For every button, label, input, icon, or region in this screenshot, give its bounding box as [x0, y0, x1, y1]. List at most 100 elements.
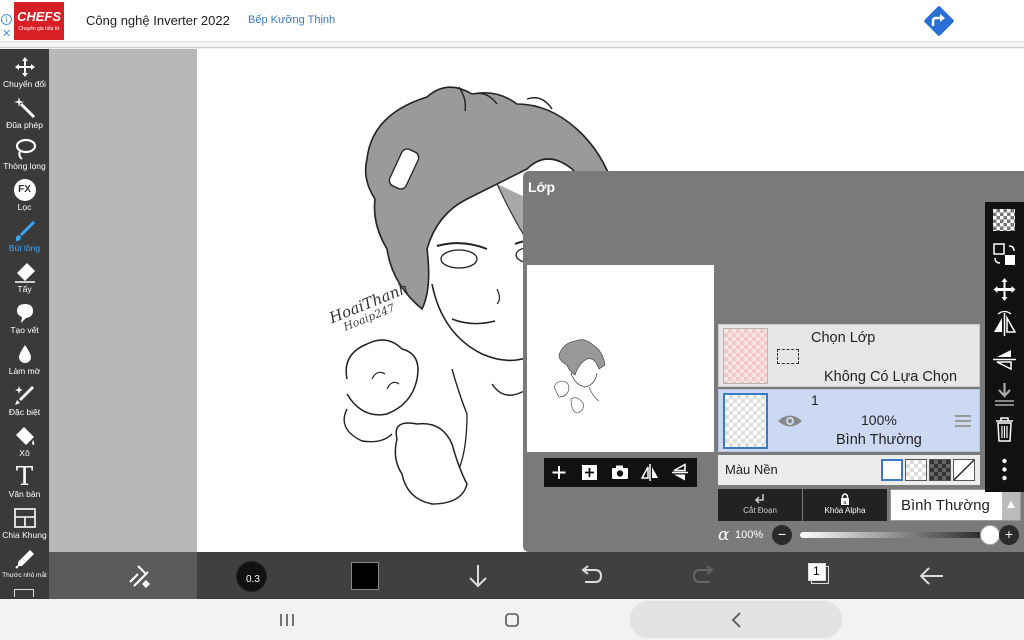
tool-label: Chia Khung [2, 530, 47, 540]
quick-menu-icon[interactable] [116, 552, 162, 599]
layer1-thumbnail [723, 393, 768, 449]
lasso-icon [15, 138, 36, 160]
ad-directions-icon[interactable] [923, 5, 955, 37]
clipping-button[interactable]: Cắt Đoạn [718, 489, 802, 521]
tool-label: Chuyển đổi [2, 79, 46, 89]
tool-eraser[interactable]: Tẩy [0, 260, 49, 300]
tool-label: Văn bản [8, 489, 41, 499]
alpha-lock-label: Khóa Alpha [824, 506, 866, 515]
recent-apps-icon[interactable] [274, 609, 300, 631]
eyedropper-icon [14, 550, 34, 569]
blend-mode-select[interactable]: Bình Thường [890, 489, 1021, 521]
tool-eyedropper[interactable]: Thước nhỏ mắt [0, 547, 49, 587]
arrow-down-icon[interactable] [455, 552, 501, 599]
visibility-eye-icon[interactable] [777, 412, 803, 430]
preview-toolbar [544, 458, 697, 487]
back-arrow-icon[interactable] [909, 552, 955, 599]
flip-vertical-icon[interactable] [665, 458, 695, 487]
tool-filter[interactable]: FX Lọc [0, 178, 49, 218]
tool-label: Thòng lọng [3, 161, 46, 171]
ad-logo[interactable]: CHEFS Chuyên gia bếp từ [14, 2, 64, 40]
delete-layer-icon[interactable] [985, 412, 1024, 447]
preview-thumbnail [554, 339, 606, 414]
ad-banner[interactable]: i ✕ CHEFS Chuyên gia bếp từ Công nghệ In… [0, 0, 1024, 42]
bucket-icon [15, 427, 34, 445]
layers-button[interactable]: 1 [794, 552, 840, 599]
tool-label: Xô [19, 448, 30, 458]
ad-brand[interactable]: Bếp Kưỡng Thịnh [248, 14, 335, 26]
blend-mode-value: Bình Thường [901, 497, 990, 514]
tool-label: Tạo vết [10, 325, 39, 335]
ad-close-icon[interactable]: ✕ [2, 27, 11, 40]
checker-transparency-icon[interactable] [985, 202, 1024, 237]
tool-label: Bút lông [8, 243, 41, 253]
tool-frame-divider[interactable]: Chia Khung [0, 506, 49, 546]
layer-preview[interactable] [527, 265, 714, 452]
magic-wand-icon [13, 97, 35, 119]
camera-icon[interactable] [605, 458, 635, 487]
tool-transform[interactable]: Chuyển đổi [0, 55, 49, 95]
ad-info-icon[interactable]: i [1, 14, 12, 25]
background-label: Màu Nền [725, 462, 778, 477]
brush-size-indicator[interactable]: 0.3 [229, 552, 275, 599]
alpha-increase-button[interactable]: + [999, 525, 1019, 545]
undo-icon[interactable] [568, 552, 614, 599]
alpha-slider-track[interactable] [800, 525, 1000, 545]
drag-handle-icon[interactable] [955, 415, 971, 427]
brush-size-value: 0.3 [246, 574, 260, 585]
bg-none-swatch[interactable] [953, 459, 975, 481]
duplicate-layer-icon[interactable] [574, 458, 604, 487]
toolbar-overflow-icon[interactable] [14, 589, 34, 597]
special-brush-icon [14, 386, 34, 405]
selection-layer-status: Không Có Lựa Chọn [824, 369, 958, 385]
layer1-name: 1 [811, 392, 819, 408]
blend-dropdown-arrow[interactable] [1002, 490, 1020, 520]
ad-logo-text: CHEFS [16, 9, 62, 24]
tool-magic-wand[interactable]: Đũa phép [0, 96, 49, 136]
alpha-slider-thumb[interactable] [980, 525, 1000, 545]
tool-special[interactable]: Đặc biệt [0, 383, 49, 423]
tool-label: Đũa phép [6, 120, 43, 130]
layer-move-icon[interactable] [985, 272, 1024, 307]
layer-count: 1 [813, 564, 820, 578]
redo-icon[interactable] [681, 552, 727, 599]
layer-flip-horizontal-icon[interactable] [985, 307, 1024, 342]
layer-panel-title: Lớp [528, 179, 556, 195]
tool-bucket[interactable]: Xô [0, 424, 49, 464]
app-screen: i ✕ CHEFS Chuyên gia bếp từ Công nghệ In… [0, 0, 1024, 640]
ad-separator [0, 42, 1024, 48]
selection-dashed-icon [777, 349, 799, 364]
selection-layer-thumbnail [723, 328, 768, 384]
bg-checker-light-swatch[interactable] [905, 459, 927, 481]
tool-text[interactable]: T Văn bản [0, 462, 49, 505]
more-options-icon[interactable] [985, 452, 1024, 487]
triangle-up-icon [1007, 501, 1015, 508]
layer-swap-icon[interactable] [985, 237, 1024, 272]
bg-white-swatch[interactable] [881, 459, 903, 481]
back-icon[interactable] [724, 609, 750, 631]
primary-color-swatch[interactable] [342, 552, 388, 599]
text-icon: T [15, 462, 34, 492]
ad-logo-tagline: Chuyên gia bếp từ [18, 26, 60, 32]
alpha-decrease-button[interactable]: − [772, 525, 792, 545]
layer-flip-vertical-icon[interactable] [985, 342, 1024, 377]
tool-brush[interactable]: Bút lông [0, 219, 49, 259]
tool-sidebar: Chuyển đổi Đũa phép Thòng lọng FX Lọc Bú… [0, 49, 49, 599]
merge-down-icon[interactable] [985, 377, 1024, 412]
selection-layer-title: Chọn Lớp [811, 330, 876, 346]
add-layer-icon[interactable] [544, 458, 574, 487]
tool-smudge[interactable]: Tạo vết [0, 301, 49, 341]
flip-horizontal-icon[interactable] [635, 458, 665, 487]
home-icon[interactable] [499, 609, 525, 631]
layer1-opacity: 100% [861, 412, 897, 428]
layer-row-1[interactable]: 1 100% Bình Thường [718, 389, 980, 452]
brush-icon [15, 221, 35, 241]
layer-row-selection[interactable]: Chọn Lớp Không Có Lựa Chọn [718, 324, 980, 387]
fx-icon: FX [13, 179, 36, 201]
layer-panel: Lớp Chọn Lớp Không Có Lựa Chọn 1 100% Bì… [523, 171, 1024, 552]
tool-lasso[interactable]: Thòng lọng [0, 137, 49, 177]
tool-blur[interactable]: Làm mờ [0, 342, 49, 382]
ad-headline[interactable]: Công nghệ Inverter 2022 [86, 13, 230, 28]
alpha-lock-button[interactable]: α Khóa Alpha [803, 489, 887, 521]
bg-checker-dark-swatch[interactable] [929, 459, 951, 481]
